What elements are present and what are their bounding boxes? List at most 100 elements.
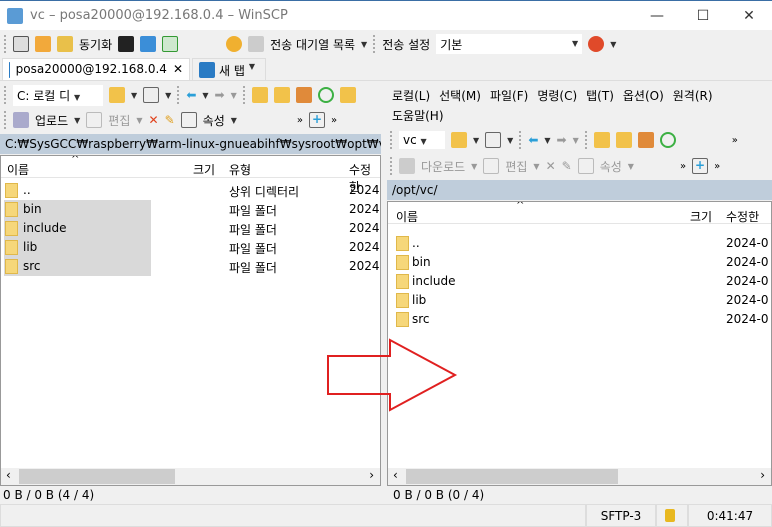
arrow-shape <box>327 338 458 412</box>
terminal-icon[interactable] <box>118 36 135 52</box>
new-tab-icon <box>199 62 215 78</box>
maximize-button[interactable]: ☐ <box>680 1 726 31</box>
table-row[interactable]: src 2024-0 <box>388 310 771 329</box>
protocol-status: SFTP-3 <box>586 504 656 527</box>
right-hscrollbar[interactable]: ‹ › <box>388 468 771 485</box>
queue-icon <box>248 36 265 52</box>
properties-button[interactable]: 속성 <box>203 112 225 129</box>
left-drive-select[interactable]: C: 로컬 디 ▼ <box>13 84 103 106</box>
folder-icon <box>396 255 409 270</box>
forward-icon[interactable]: ➡ <box>215 88 225 102</box>
menu-item[interactable]: 원격(R) <box>673 86 713 106</box>
compare-icon[interactable] <box>13 36 29 52</box>
refresh-icon[interactable] <box>317 87 334 103</box>
table-row[interactable]: include 파일 폴더 2024- <box>1 219 380 238</box>
left-nav-toolbar: C: 로컬 디 ▼ ▼ ▼ ⬅ ▼ ➡ ▼ <box>4 84 356 106</box>
folder-icon <box>5 221 18 236</box>
back-icon[interactable]: ⬅ <box>186 88 196 102</box>
col-name[interactable]: 이름 <box>396 208 418 225</box>
sync-icon[interactable] <box>57 36 73 52</box>
col-size[interactable]: 크기 <box>690 208 712 225</box>
open-folder-icon[interactable] <box>451 132 467 148</box>
right-file-toolbar: 다운로드 ▼ 편집 ▼ ✕ ✎ 속성 ▼ » + » <box>390 155 720 177</box>
gear-icon[interactable] <box>226 36 243 52</box>
menu-item[interactable]: 옵션(O) <box>623 86 664 106</box>
rename-icon[interactable]: ✎ <box>165 113 175 127</box>
root-dir-icon[interactable] <box>273 87 290 103</box>
rename-icon[interactable]: ✎ <box>562 159 572 173</box>
keep-updated-icon[interactable] <box>162 36 179 52</box>
transfer-settings-label: 전송 설정 <box>382 37 431 52</box>
status-bar <box>0 504 586 527</box>
download-button[interactable]: 다운로드 <box>421 158 465 175</box>
table-row[interactable]: include 2024-0 <box>388 272 771 291</box>
home-icon[interactable] <box>637 132 654 148</box>
col-type[interactable]: 유형 <box>229 161 251 178</box>
close-button[interactable]: ✕ <box>726 1 772 31</box>
parent-dir-icon[interactable] <box>251 87 268 103</box>
back-icon[interactable]: ⬅ <box>528 133 538 147</box>
filter-icon[interactable] <box>485 132 502 148</box>
queue-button[interactable]: 전송 대기열 목록 <box>270 36 355 53</box>
forward-icon[interactable]: ➡ <box>557 133 567 147</box>
tab-new[interactable]: 새 탭 ▼ <box>192 58 266 80</box>
menu-bar: 로컬(L) 선택(M) 파일(F) 명령(C) 탭(T) 옵션(O) 원격(R) 도움말(H) <box>392 86 762 126</box>
menu-item[interactable]: 파일(F) <box>490 86 528 106</box>
edit-icon <box>86 112 103 128</box>
left-path-bar[interactable]: C:₩SysGCC₩raspberry₩arm-linux-gnueabihf₩… <box>0 134 381 154</box>
tab-session[interactable]: posa20000@192.168.0.4 ✕ <box>2 58 190 80</box>
col-name[interactable]: 이름 <box>7 161 29 178</box>
menu-item[interactable]: 탭(T) <box>586 86 614 106</box>
table-row[interactable]: .. 2024-0 <box>388 234 771 253</box>
window-title: vc – posa20000@192.168.0.4 – WinSCP <box>30 8 288 23</box>
reconnect-icon[interactable] <box>588 36 605 52</box>
col-date[interactable]: 수정한 <box>726 208 759 225</box>
left-file-list[interactable]: 이름 ^ 크기 유형 수정한 .. 상위 디렉터리 2024- bin 파일 폴더 202… <box>0 155 381 486</box>
left-hscrollbar[interactable]: ‹ › <box>1 468 380 485</box>
menu-item[interactable]: 선택(M) <box>439 86 481 106</box>
refresh-icon[interactable] <box>659 132 676 148</box>
sync-button[interactable]: 동기화 <box>79 36 112 53</box>
upload-button[interactable]: 업로드 <box>35 112 68 129</box>
close-tab-icon[interactable]: ✕ <box>173 62 183 77</box>
table-row[interactable]: lib 파일 폴더 2024- <box>1 238 380 257</box>
properties-icon <box>180 112 197 128</box>
new-icon[interactable]: + <box>692 158 709 174</box>
main-toolbar: 동기화 전송 대기열 목록 ▼ 전송 설정 기본 ▼ ▼ <box>4 33 616 55</box>
new-icon[interactable]: + <box>309 112 326 128</box>
parent-dir-icon[interactable] <box>593 132 610 148</box>
edit-icon <box>483 158 500 174</box>
right-dir-select[interactable]: vc ▼ <box>399 131 445 149</box>
table-row[interactable]: lib 2024-0 <box>388 291 771 310</box>
lock-icon[interactable] <box>656 504 688 527</box>
folder-icon <box>396 274 409 289</box>
filter-icon[interactable] <box>143 87 160 103</box>
properties-button[interactable]: 속성 <box>600 158 622 175</box>
home-icon[interactable] <box>295 87 312 103</box>
right-path-bar[interactable]: /opt/vc/ <box>387 180 772 200</box>
properties-icon <box>577 158 594 174</box>
delete-icon[interactable]: ✕ <box>149 113 159 127</box>
synchronize-browse-icon[interactable] <box>35 36 51 52</box>
col-size[interactable]: 크기 <box>193 161 215 178</box>
menu-item[interactable]: 로컬(L) <box>392 86 430 106</box>
menu-item[interactable]: 도움말(H) <box>392 106 444 126</box>
table-row[interactable]: .. 상위 디렉터리 2024- <box>1 181 380 200</box>
putty-icon[interactable] <box>140 36 157 52</box>
minimize-button[interactable]: — <box>634 1 680 31</box>
menu-item[interactable]: 명령(C) <box>537 86 577 106</box>
edit-button[interactable]: 편집 <box>505 158 527 175</box>
edit-button[interactable]: 편집 <box>108 112 130 129</box>
delete-icon[interactable]: ✕ <box>546 159 556 173</box>
folder-icon <box>5 259 18 274</box>
transfer-settings-select[interactable]: 기본 ▼ <box>436 34 583 54</box>
table-row[interactable]: bin 파일 폴더 2024- <box>1 200 380 219</box>
table-row[interactable]: src 파일 폴더 2024- <box>1 257 380 276</box>
open-folder-icon[interactable] <box>109 87 125 103</box>
grip <box>4 35 7 53</box>
tree-icon[interactable] <box>339 87 356 103</box>
root-dir-icon[interactable] <box>615 132 632 148</box>
right-nav-toolbar: vc ▼ ▼ ▼ ⬅ ▼ ➡ ▼ » <box>390 129 738 151</box>
table-row[interactable]: bin 2024-0 <box>388 253 771 272</box>
winscp-logo-icon <box>7 8 23 24</box>
